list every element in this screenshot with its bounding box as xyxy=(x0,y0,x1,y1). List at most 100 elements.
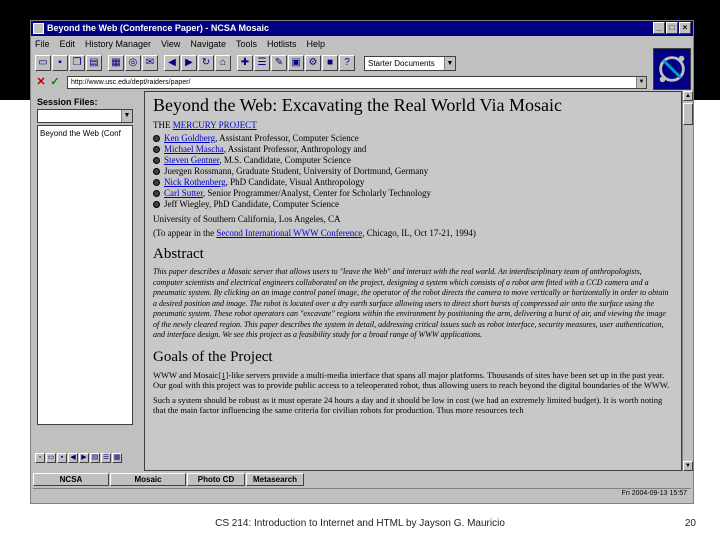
scroll-up-icon[interactable]: ▲ xyxy=(683,91,693,101)
hotlist-icon[interactable]: ☰ xyxy=(254,55,270,71)
status-line: Fri 2004-09-13 15:57 xyxy=(33,488,691,501)
title-bar: Beyond the Web (Conference Paper) - NCSA… xyxy=(31,21,693,36)
session-panel: Session Files: ▼ Beyond the Web (Conf xyxy=(33,95,164,451)
conference-link[interactable]: Second International WWW Conference xyxy=(216,228,362,238)
menu-view[interactable]: View xyxy=(161,37,180,51)
list-item: Juergen Rossmann, Graduate Student, Univ… xyxy=(153,166,673,177)
maximize-button[interactable]: □ xyxy=(666,22,678,34)
bullet-icon xyxy=(153,179,160,186)
document-view: Beyond the Web: Excavating the Real Worl… xyxy=(144,91,682,471)
annotate-icon[interactable]: ✎ xyxy=(271,55,287,71)
menu-edit[interactable]: Edit xyxy=(60,37,76,51)
scroll-down-icon[interactable]: ▼ xyxy=(683,461,693,471)
new-session-icon[interactable]: ▫ xyxy=(35,453,45,463)
project-prefix: THE xyxy=(153,120,171,130)
status-time: Fri 2004-09-13 15:57 xyxy=(621,490,687,497)
minimize-button[interactable]: _ xyxy=(653,22,665,34)
mosaic-window: Beyond the Web (Conference Paper) - NCSA… xyxy=(30,20,694,504)
folder-icon[interactable]: ▤ xyxy=(90,453,100,463)
confirm-load-icon[interactable]: ✓ xyxy=(49,76,61,88)
home-icon[interactable]: ⌂ xyxy=(215,55,231,71)
goals-paragraph-1: WWW and Mosaic[1]-like servers provide a… xyxy=(153,370,673,391)
author-role: , M.S. Candidate, Computer Science xyxy=(219,155,351,165)
back-icon[interactable]: ◀ xyxy=(164,55,180,71)
news-icon[interactable]: ▣ xyxy=(288,55,304,71)
mosaic-logo-icon xyxy=(653,48,691,90)
menu-hotlists[interactable]: Hotlists xyxy=(267,37,297,51)
goals-p1-a: WWW and Mosaic xyxy=(153,369,219,380)
conference-prefix: (To appear in the xyxy=(153,228,215,238)
open-icon[interactable]: ▭ xyxy=(35,55,51,71)
menu-help[interactable]: Help xyxy=(306,37,325,51)
window-title: Beyond the Web (Conference Paper) - NCSA… xyxy=(47,23,270,33)
tab-photo-cd[interactable]: Photo CD xyxy=(187,473,245,486)
slide-page-number: 20 xyxy=(684,518,696,529)
hotlist-value: Starter Documents xyxy=(368,58,435,68)
save-session-icon[interactable]: ▪ xyxy=(57,453,67,463)
session-tree-label: Beyond the Web (Conf xyxy=(40,129,121,138)
status-tabs: NCSA Mosaic Photo CD Metasearch xyxy=(33,473,691,487)
vertical-scrollbar[interactable]: ▲ ▼ xyxy=(682,91,693,471)
session-tree-item[interactable]: Beyond the Web (Conf xyxy=(40,129,164,174)
forward-icon[interactable]: ▶ xyxy=(181,55,197,71)
author-link[interactable]: Michael Mascha xyxy=(164,144,224,154)
close-button[interactable]: × xyxy=(679,22,691,34)
status-bar: NCSA Mosaic Photo CD Metasearch Fri 2004… xyxy=(33,473,691,501)
url-input[interactable]: http://www.usc.edu/dept/raiders/paper/ ▼ xyxy=(67,75,647,89)
author-role: , PhD Candidate, Visual Anthropology xyxy=(225,177,365,187)
menu-file[interactable]: File xyxy=(35,37,50,51)
scroll-thumb[interactable] xyxy=(683,103,693,125)
copy-icon[interactable]: ❐ xyxy=(69,55,85,71)
tab-metasearch[interactable]: Metasearch xyxy=(246,473,304,486)
stop-icon[interactable]: ■ xyxy=(322,55,338,71)
bullet-icon xyxy=(153,190,160,197)
print-icon[interactable]: ▦ xyxy=(108,55,124,71)
cancel-load-icon[interactable]: ✕ xyxy=(35,76,47,88)
tile-icon[interactable]: ▦ xyxy=(112,453,122,463)
conference-line: (To appear in the Second International W… xyxy=(153,228,673,238)
menu-tools[interactable]: Tools xyxy=(236,37,257,51)
bullet-icon xyxy=(153,201,160,208)
slide-caption: CS 214: Introduction to Internet and HTM… xyxy=(215,518,505,529)
add-hotlist-icon[interactable]: ✚ xyxy=(237,55,253,71)
list-item: Michael Mascha, Assistant Professor, Ant… xyxy=(153,144,673,155)
save-icon[interactable]: ▪ xyxy=(52,55,68,71)
project-link[interactable]: MERCURY PROJECT xyxy=(173,120,257,130)
find-icon[interactable]: ◎ xyxy=(125,55,141,71)
session-tree: Beyond the Web (Conf xyxy=(37,125,164,425)
session-select[interactable]: ▼ xyxy=(37,109,133,123)
toolbar: ▭ ▪ ❐ ▤ ▦ ◎ ✉ ◀ ▶ ↻ ⌂ ✚ ☰ ✎ ▣ ⚙ ■ ? Star… xyxy=(33,52,649,74)
reload-icon[interactable]: ↻ xyxy=(198,55,214,71)
author-link[interactable]: Carl Sutter xyxy=(164,188,203,198)
author-link[interactable]: Nick Rothenberg xyxy=(164,177,226,187)
forward-session-icon[interactable]: ▶ xyxy=(79,453,89,463)
bullet-icon xyxy=(153,135,160,142)
menu-history-manager[interactable]: History Manager xyxy=(85,37,151,51)
author-list: Ken Goldberg, Assistant Professor, Compu… xyxy=(153,133,673,210)
menu-bar: File Edit History Manager View Navigate … xyxy=(31,37,693,51)
menu-navigate[interactable]: Navigate xyxy=(190,37,226,51)
tab-mosaic[interactable]: Mosaic xyxy=(110,473,186,486)
tab-ncsa[interactable]: NCSA xyxy=(33,473,109,486)
abstract-text: This paper describes a Mosaic server tha… xyxy=(153,267,669,339)
list-item: Jeff Wiegley, PhD Candidate, Computer Sc… xyxy=(153,199,673,210)
author-role: , Senior Programmer/Analyst, Center for … xyxy=(202,188,432,198)
author-link[interactable]: Ken Goldberg xyxy=(164,133,215,143)
help-icon[interactable]: ? xyxy=(339,55,355,71)
open-session-icon[interactable]: ▭ xyxy=(46,453,56,463)
url-value: http://www.usc.edu/dept/raiders/paper/ xyxy=(71,78,191,86)
conference-suffix: , Chicago, IL, Oct 17-21, 1994) xyxy=(362,228,476,238)
list-icon[interactable]: ☰ xyxy=(101,453,111,463)
list-item: Steven Gentner, M.S. Candidate, Computer… xyxy=(153,155,673,166)
reference-link[interactable]: [1] xyxy=(218,370,228,380)
chevron-down-icon: ▼ xyxy=(444,56,455,70)
author-role: , Assistant Professor, Computer Science xyxy=(215,133,359,143)
mail-icon[interactable]: ✉ xyxy=(142,55,158,71)
author-link[interactable]: Steven Gentner xyxy=(164,155,219,165)
hotlist-select[interactable]: Starter Documents ▼ xyxy=(364,55,456,71)
chevron-down-icon[interactable]: ▼ xyxy=(636,76,646,88)
paste-icon[interactable]: ▤ xyxy=(86,55,102,71)
back-session-icon[interactable]: ◀ xyxy=(68,453,78,463)
settings-icon[interactable]: ⚙ xyxy=(305,55,321,71)
author-name: Jeff Wiegley xyxy=(164,199,209,209)
